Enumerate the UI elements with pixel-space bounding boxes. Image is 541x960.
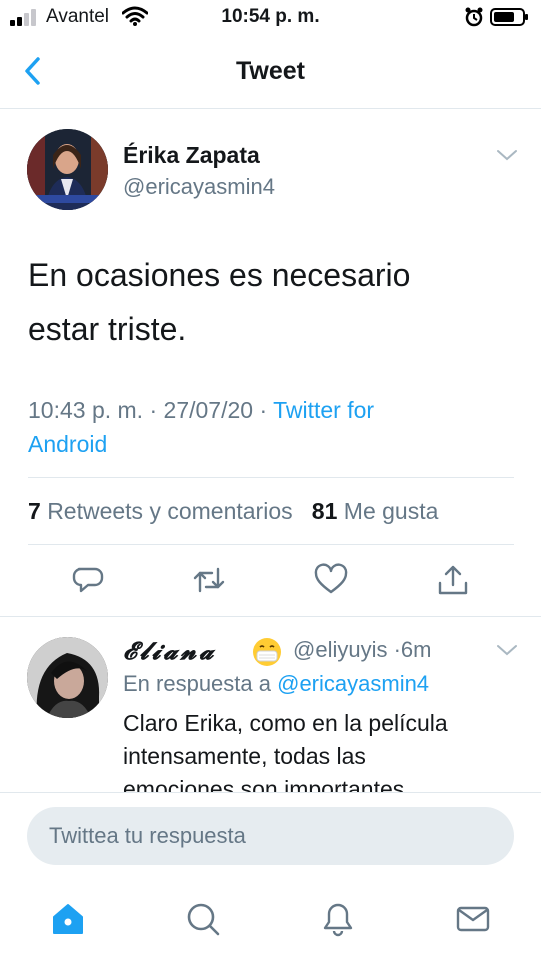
reply-avatar[interactable] <box>27 637 108 718</box>
reply-input[interactable] <box>27 807 514 865</box>
chevron-down-icon[interactable] <box>496 148 518 162</box>
home-icon[interactable] <box>49 900 87 938</box>
tweet-text: En ocasiones es necesario estar triste. <box>28 257 411 347</box>
tweet-stats: 7 Retweets y comentarios 81 Me gusta <box>28 498 438 525</box>
tweet-time: 10:43 p. m. <box>28 397 144 423</box>
comment-icon[interactable] <box>71 563 105 597</box>
tweet-date: 27/07/20 <box>163 397 254 423</box>
share-icon[interactable] <box>436 563 470 597</box>
divider <box>28 544 514 545</box>
reply-composer <box>0 792 541 881</box>
reply-avatar-photo <box>27 637 108 718</box>
alarm-icon <box>465 7 483 27</box>
mail-icon[interactable] <box>454 900 492 938</box>
author-avatar[interactable] <box>27 129 108 210</box>
author-handle[interactable]: @ericayasmin4 <box>123 174 275 200</box>
reply-handle-time: @eliyuyis ·6m <box>293 637 432 662</box>
in-reply-to: En respuesta a @ericayasmin4 <box>123 671 430 696</box>
page-title: Tweet <box>236 57 305 85</box>
tab-bar <box>0 880 541 960</box>
reply-text: Claro Erika, como en la película intensa… <box>123 710 448 793</box>
retweet-icon[interactable] <box>192 563 226 597</box>
divider <box>28 477 514 478</box>
mask-face-emoji-icon <box>253 638 281 666</box>
tweet-meta: 10:43 p. m. · 27/07/20 · Twitter for And… <box>28 393 508 461</box>
status-time: 10:54 p. m. <box>221 6 320 27</box>
avatar-photo <box>27 129 108 210</box>
tweet-source-link[interactable]: Twitter for <box>273 397 374 423</box>
reply-author-name[interactable]: 𝓔𝓵𝓲𝓪𝓷𝓪 <box>123 636 216 665</box>
retweets-stat[interactable]: 7 Retweets y comentarios <box>28 498 293 524</box>
battery-icon <box>490 8 528 26</box>
author-name[interactable]: Érika Zapata <box>123 142 260 169</box>
tweet-actions <box>0 563 541 603</box>
heart-icon[interactable] <box>314 563 348 597</box>
top-nav: Tweet <box>0 36 541 109</box>
likes-stat[interactable]: 81 Me gusta <box>312 498 439 524</box>
chevron-down-icon[interactable] <box>496 643 518 657</box>
in-reply-to-link[interactable]: @ericayasmin4 <box>277 671 429 696</box>
status-bar: Avantel 10:54 p. m. <box>0 0 541 36</box>
search-icon[interactable] <box>184 900 222 938</box>
tweet-source-link-cont[interactable]: Android <box>28 427 508 461</box>
reply-tweet[interactable]: 𝓔𝓵𝓲𝓪𝓷𝓪 @eliyuyis ·6m En respuesta a @eri… <box>0 616 541 793</box>
bell-icon[interactable] <box>319 900 357 938</box>
